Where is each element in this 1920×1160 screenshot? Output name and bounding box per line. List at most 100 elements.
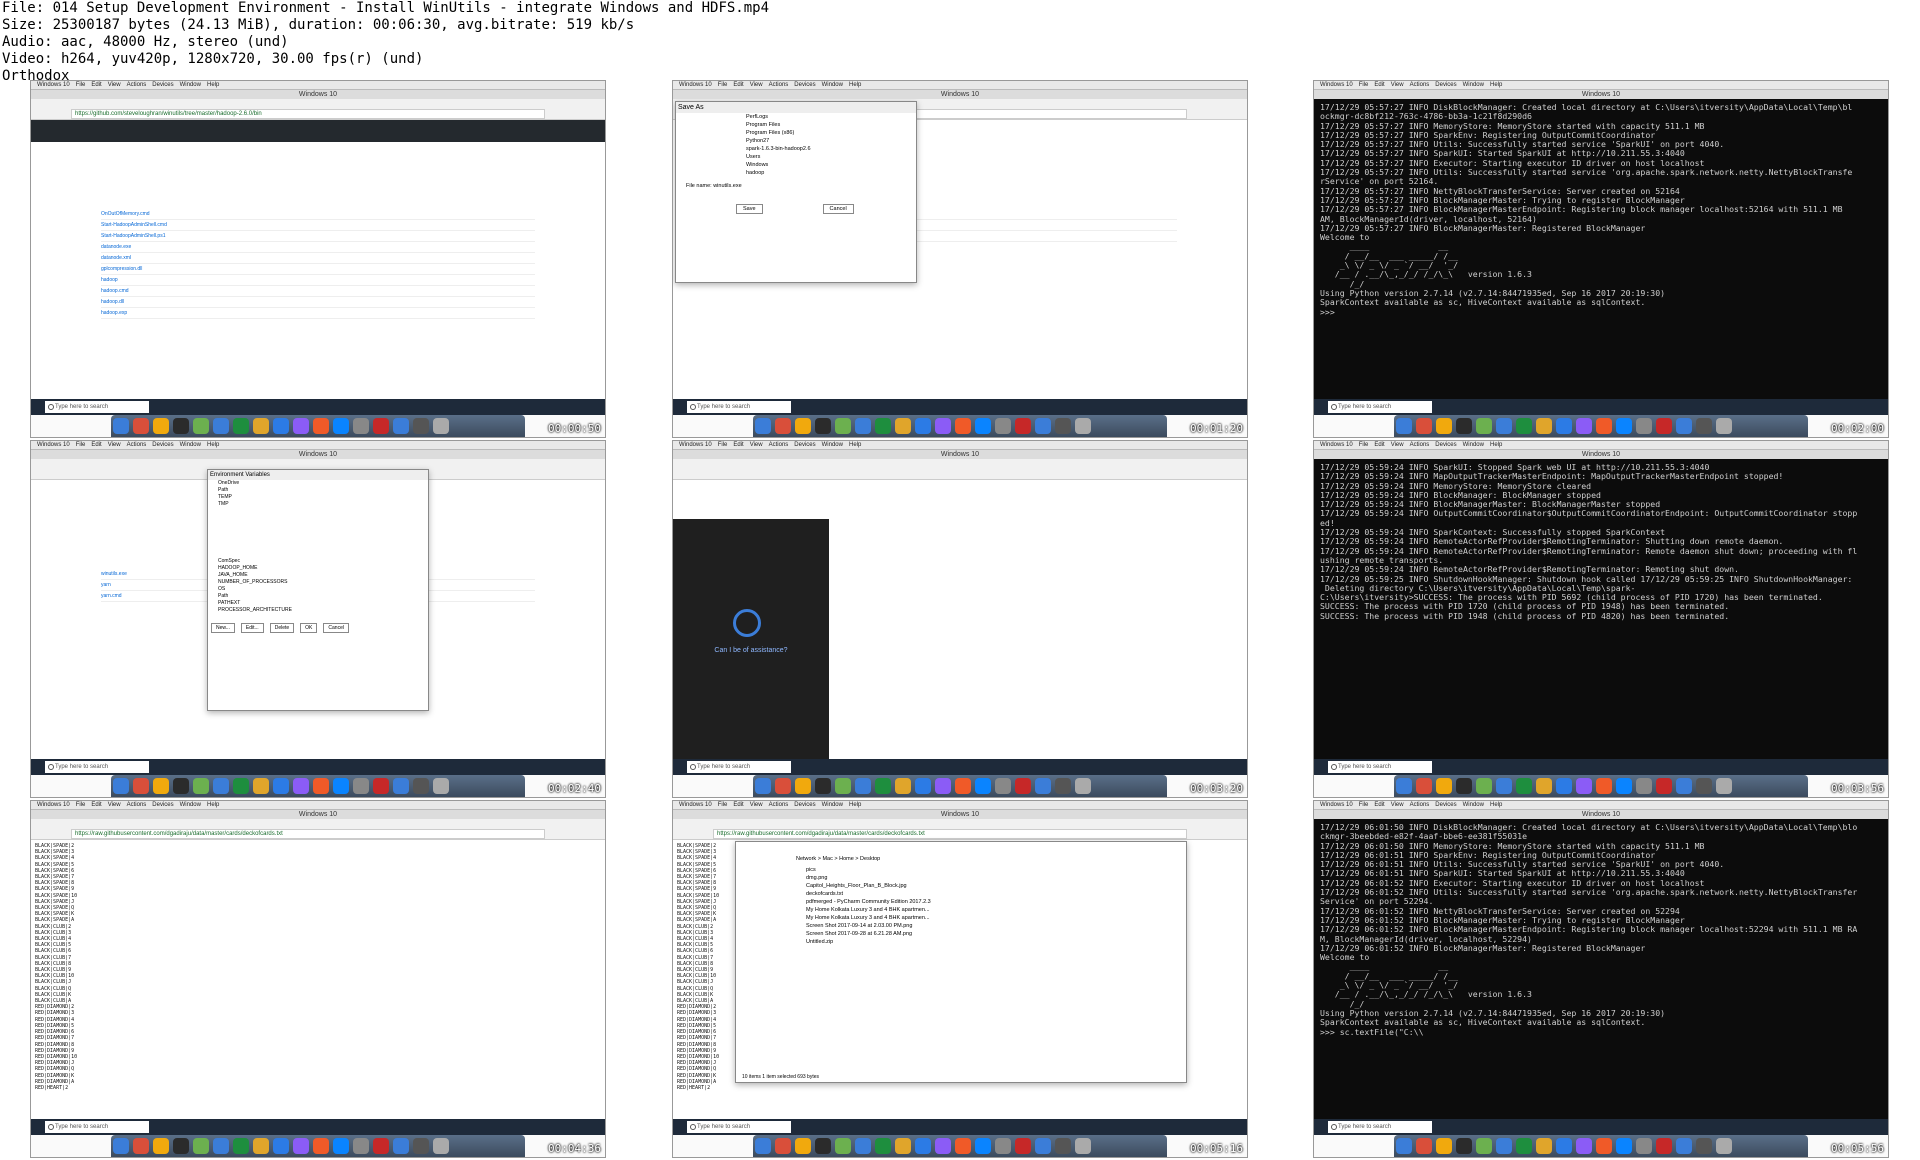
mac-menu-item[interactable]: Window xyxy=(180,82,201,88)
mac-menu-item[interactable]: View xyxy=(1391,442,1404,448)
mac-menu-item[interactable]: View xyxy=(750,802,763,808)
mac-menu-item[interactable]: View xyxy=(108,442,121,448)
mac-menu-item[interactable]: Help xyxy=(849,802,861,808)
mac-menu-item[interactable]: Edit xyxy=(733,802,743,808)
dock-app-icon[interactable] xyxy=(1496,418,1512,434)
dock-app-icon[interactable] xyxy=(1075,778,1091,794)
mac-menu-item[interactable]: Windows 10 xyxy=(37,82,70,88)
address-bar[interactable]: https://raw.githubusercontent.com/dgadir… xyxy=(713,829,1187,839)
dock-app-icon[interactable] xyxy=(373,1138,389,1154)
explorer-path[interactable]: Network > Mac > Home > Desktop xyxy=(736,842,1186,866)
dock-app-icon[interactable] xyxy=(1035,418,1051,434)
dock-app-icon[interactable] xyxy=(1416,778,1432,794)
console-window[interactable]: 17/12/29 05:57:27 INFO DiskBlockManager:… xyxy=(1314,99,1888,399)
dock-app-icon[interactable] xyxy=(1516,778,1532,794)
folder-item[interactable]: Program Files xyxy=(676,121,916,129)
dialog-button[interactable]: Edit... xyxy=(240,623,264,633)
dock-app-icon[interactable] xyxy=(1716,1138,1732,1154)
dock-app-icon[interactable] xyxy=(313,1138,329,1154)
mac-menu-item[interactable]: Window xyxy=(1463,802,1484,808)
dock-app-icon[interactable] xyxy=(915,418,931,434)
explorer-file[interactable]: My Home Kolkata Luxury 3 and 4 BHK apart… xyxy=(736,914,1186,922)
dock-app-icon[interactable] xyxy=(795,418,811,434)
dialog-button[interactable]: Cancel xyxy=(323,623,349,633)
mac-menu-item[interactable]: Actions xyxy=(1410,442,1430,448)
mac-menu-item[interactable]: Windows 10 xyxy=(1320,802,1353,808)
dock-app-icon[interactable] xyxy=(353,418,369,434)
dock-app-icon[interactable] xyxy=(855,418,871,434)
dock-app-icon[interactable] xyxy=(393,418,409,434)
dock-app-icon[interactable] xyxy=(193,1138,209,1154)
dock-app-icon[interactable] xyxy=(1556,778,1572,794)
dock-app-icon[interactable] xyxy=(935,418,951,434)
dock-app-icon[interactable] xyxy=(273,418,289,434)
taskbar-search-box[interactable]: Type here to search xyxy=(1328,401,1432,413)
file-row[interactable]: datanode.xml xyxy=(101,253,535,264)
mac-menu-item[interactable]: Actions xyxy=(127,442,147,448)
explorer-file[interactable]: pics xyxy=(736,866,1186,874)
folder-item[interactable]: Users xyxy=(676,153,916,161)
dock-app-icon[interactable] xyxy=(1055,1138,1071,1154)
folder-item[interactable]: Program Files (x86) xyxy=(676,129,916,137)
dock-app-icon[interactable] xyxy=(775,778,791,794)
dock-app-icon[interactable] xyxy=(795,1138,811,1154)
dock-app-icon[interactable] xyxy=(213,778,229,794)
dock-app-icon[interactable] xyxy=(775,418,791,434)
mac-menu-item[interactable]: Help xyxy=(849,442,861,448)
dock-app-icon[interactable] xyxy=(915,778,931,794)
mac-menu-item[interactable]: Windows 10 xyxy=(37,442,70,448)
dock-app-icon[interactable] xyxy=(153,1138,169,1154)
system-variable-row[interactable]: PATHEXT xyxy=(208,600,428,607)
dock-app-icon[interactable] xyxy=(815,1138,831,1154)
dock-app-icon[interactable] xyxy=(855,1138,871,1154)
dock-app-icon[interactable] xyxy=(1396,1138,1412,1154)
mac-menu-item[interactable]: Edit xyxy=(733,82,743,88)
mac-menu-item[interactable]: File xyxy=(1359,802,1369,808)
explorer-file[interactable]: My Home Kolkata Luxury 3 and 4 BHK apart… xyxy=(736,906,1186,914)
system-variable-row[interactable]: OS xyxy=(208,586,428,593)
dock-app-icon[interactable] xyxy=(173,778,189,794)
dock-app-icon[interactable] xyxy=(1716,418,1732,434)
console-window[interactable]: 17/12/29 06:01:50 INFO DiskBlockManager:… xyxy=(1314,819,1888,1119)
file-row[interactable]: datanode.exe xyxy=(101,242,535,253)
dock-app-icon[interactable] xyxy=(1636,418,1652,434)
mac-menu-item[interactable]: Window xyxy=(822,802,843,808)
dock-app-icon[interactable] xyxy=(153,418,169,434)
dock-app-icon[interactable] xyxy=(1496,1138,1512,1154)
dock-app-icon[interactable] xyxy=(1075,1138,1091,1154)
dock-app-icon[interactable] xyxy=(1516,418,1532,434)
dock-app-icon[interactable] xyxy=(995,778,1011,794)
dock-app-icon[interactable] xyxy=(875,778,891,794)
mac-menu-item[interactable]: Help xyxy=(207,442,219,448)
dock-app-icon[interactable] xyxy=(1015,778,1031,794)
console-window[interactable]: 17/12/29 05:59:24 INFO SparkUI: Stopped … xyxy=(1314,459,1888,759)
mac-menu-item[interactable]: Devices xyxy=(1435,82,1456,88)
dock-app-icon[interactable] xyxy=(1436,1138,1452,1154)
dock-app-icon[interactable] xyxy=(1616,418,1632,434)
dock-app-icon[interactable] xyxy=(895,1138,911,1154)
mac-menu-item[interactable]: Actions xyxy=(127,82,147,88)
mac-menu-item[interactable]: Edit xyxy=(733,442,743,448)
mac-menu-item[interactable]: Actions xyxy=(1410,82,1430,88)
dock-app-icon[interactable] xyxy=(1716,778,1732,794)
dock-app-icon[interactable] xyxy=(1656,418,1672,434)
dock-app-icon[interactable] xyxy=(1416,1138,1432,1154)
dock-app-icon[interactable] xyxy=(1576,778,1592,794)
dock-app-icon[interactable] xyxy=(835,1138,851,1154)
file-row[interactable]: hadoop xyxy=(101,275,535,286)
mac-menu-item[interactable]: View xyxy=(750,82,763,88)
dock-app-icon[interactable] xyxy=(213,418,229,434)
folder-item[interactable]: PerfLogs xyxy=(676,113,916,121)
dock-app-icon[interactable] xyxy=(253,778,269,794)
system-variable-row[interactable]: HADOOP_HOME xyxy=(208,565,428,572)
mac-menu-item[interactable]: Help xyxy=(1490,802,1502,808)
mac-menu-item[interactable]: Devices xyxy=(794,802,815,808)
dock-app-icon[interactable] xyxy=(955,778,971,794)
dock-app-icon[interactable] xyxy=(1656,778,1672,794)
mac-menu-item[interactable]: View xyxy=(1391,82,1404,88)
dock-app-icon[interactable] xyxy=(1476,418,1492,434)
explorer-file[interactable]: Screen Shot 2017-09-14 at 2.03.00 PM.png xyxy=(736,922,1186,930)
dock-app-icon[interactable] xyxy=(1416,418,1432,434)
mac-menu-item[interactable]: Windows 10 xyxy=(1320,82,1353,88)
taskbar-search-box[interactable]: Type here to search xyxy=(45,401,149,413)
